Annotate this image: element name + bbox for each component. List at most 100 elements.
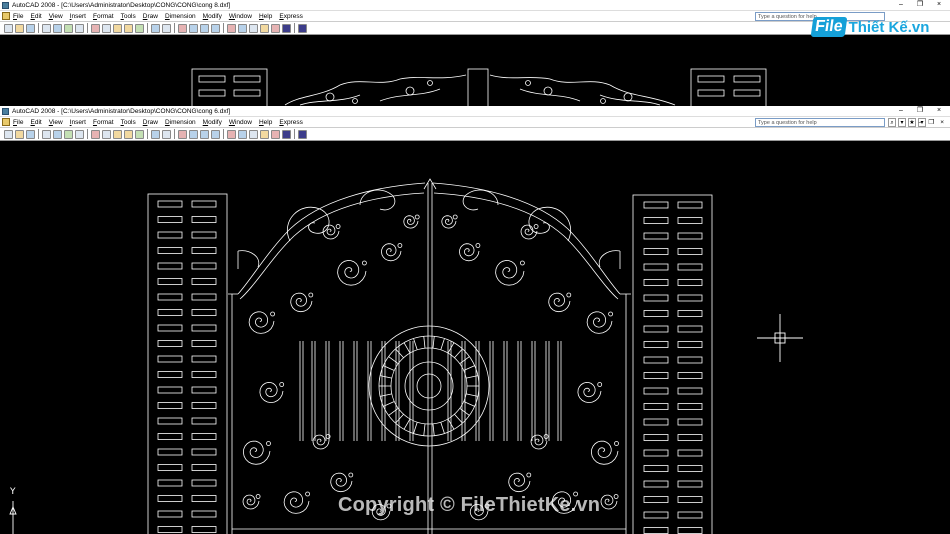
- undo-icon[interactable]: [151, 23, 160, 33]
- zoom-window-icon[interactable]: [200, 129, 209, 139]
- new-icon[interactable]: [4, 23, 13, 33]
- menu-file[interactable]: File: [13, 13, 24, 20]
- save-icon[interactable]: [26, 129, 35, 139]
- cut-icon[interactable]: [91, 23, 100, 33]
- publish-icon[interactable]: [64, 23, 73, 33]
- menu-dimension[interactable]: Dimension: [165, 119, 196, 126]
- cut-icon[interactable]: [91, 129, 100, 139]
- markup-icon[interactable]: [271, 129, 280, 139]
- redo-icon[interactable]: [162, 129, 171, 139]
- properties-icon[interactable]: [227, 129, 236, 139]
- autocad-window-back[interactable]: AutoCAD 2008 - [C:\Users\Administrator\D…: [0, 0, 950, 106]
- match-properties-icon[interactable]: [124, 129, 133, 139]
- sheet-set-icon[interactable]: [260, 23, 269, 33]
- plot-icon[interactable]: [75, 23, 84, 33]
- print-icon[interactable]: [42, 129, 51, 139]
- menu-help[interactable]: Help: [259, 13, 272, 20]
- publish-icon[interactable]: [64, 129, 73, 139]
- menu-view[interactable]: View: [49, 13, 63, 20]
- save-icon[interactable]: [26, 23, 35, 33]
- pillar-slot: [677, 372, 703, 379]
- title-bar[interactable]: AutoCAD 2008 - [C:\Users\Administrator\D…: [0, 0, 950, 10]
- help-icon[interactable]: [298, 23, 307, 33]
- preview-icon[interactable]: [53, 23, 62, 33]
- menu-view[interactable]: View: [49, 119, 63, 126]
- title-bar[interactable]: AutoCAD 2008 - [C:\Users\Administrator\D…: [0, 106, 950, 116]
- menu-insert[interactable]: Insert: [70, 13, 86, 20]
- plot-icon[interactable]: [75, 129, 84, 139]
- menu-edit[interactable]: Edit: [31, 13, 42, 20]
- redo-icon[interactable]: [162, 23, 171, 33]
- zoom-previous-icon[interactable]: [211, 23, 220, 33]
- menu-help[interactable]: Help: [259, 119, 272, 126]
- close-button[interactable]: ×: [934, 106, 944, 116]
- new-icon[interactable]: [4, 129, 13, 139]
- drawing-canvas-back[interactable]: [0, 35, 950, 106]
- menu-edit[interactable]: Edit: [31, 119, 42, 126]
- block-editor-icon[interactable]: [135, 129, 144, 139]
- paste-icon[interactable]: [113, 23, 122, 33]
- zoom-window-icon[interactable]: [200, 23, 209, 33]
- design-center-icon[interactable]: [238, 23, 247, 33]
- minimize-button[interactable]: –: [896, 0, 906, 10]
- open-icon[interactable]: [15, 129, 24, 139]
- match-properties-icon[interactable]: [124, 23, 133, 33]
- menu-draw[interactable]: Draw: [143, 119, 158, 126]
- markup-icon[interactable]: [271, 23, 280, 33]
- doc-restore-button[interactable]: ❐: [928, 117, 934, 128]
- menu-window[interactable]: Window: [229, 13, 252, 20]
- zoom-previous-icon[interactable]: [211, 129, 220, 139]
- zoom-realtime-icon[interactable]: [189, 23, 198, 33]
- autocad-window-front[interactable]: AutoCAD 2008 - [C:\Users\Administrator\D…: [0, 106, 950, 534]
- menu-window[interactable]: Window: [229, 119, 252, 126]
- design-center-icon[interactable]: [238, 129, 247, 139]
- tool-palettes-icon[interactable]: [249, 129, 258, 139]
- menu-format[interactable]: Format: [93, 13, 114, 20]
- toolbar-separator: [147, 129, 148, 139]
- menu-tools[interactable]: Tools: [121, 13, 136, 20]
- menu-tools[interactable]: Tools: [121, 119, 136, 126]
- star-icon[interactable]: ★: [908, 118, 916, 127]
- ornament-dot: [305, 491, 311, 497]
- close-button[interactable]: ×: [934, 0, 944, 10]
- doc-minimize-button[interactable]: –: [919, 117, 923, 128]
- menu-dimension[interactable]: Dimension: [165, 13, 196, 20]
- sheet-set-icon[interactable]: [260, 129, 269, 139]
- open-icon[interactable]: [15, 23, 24, 33]
- copy-icon[interactable]: [102, 129, 111, 139]
- tool-palettes-icon[interactable]: [249, 23, 258, 33]
- copy-icon[interactable]: [102, 23, 111, 33]
- paste-icon[interactable]: [113, 129, 122, 139]
- restore-button[interactable]: ❐: [915, 106, 925, 116]
- document-icon[interactable]: [2, 118, 10, 126]
- menu-express[interactable]: Express: [279, 119, 303, 126]
- zoom-realtime-icon[interactable]: [189, 129, 198, 139]
- document-icon[interactable]: [2, 12, 10, 20]
- menu-express[interactable]: Express: [279, 13, 303, 20]
- help-search-input[interactable]: Type a question for help: [755, 118, 885, 127]
- undo-icon[interactable]: [151, 129, 160, 139]
- menu-modify[interactable]: Modify: [203, 119, 222, 126]
- pan-icon[interactable]: [178, 23, 187, 33]
- doc-close-button[interactable]: ×: [940, 117, 944, 128]
- menu-insert[interactable]: Insert: [70, 119, 86, 126]
- help-icon[interactable]: [298, 129, 307, 139]
- properties-icon[interactable]: [227, 23, 236, 33]
- menu-file[interactable]: File: [13, 119, 24, 126]
- drawing-canvas[interactable]: Y: [0, 141, 950, 534]
- menu-format[interactable]: Format: [93, 119, 114, 126]
- print-icon[interactable]: [42, 23, 51, 33]
- calculator-icon[interactable]: [282, 129, 291, 139]
- preview-icon[interactable]: [53, 129, 62, 139]
- menu-modify[interactable]: Modify: [203, 13, 222, 20]
- search-icon[interactable]: ⌕: [888, 118, 896, 127]
- minimize-button[interactable]: –: [896, 106, 906, 116]
- calculator-icon[interactable]: [282, 23, 291, 33]
- block-editor-icon[interactable]: [135, 23, 144, 33]
- ornament-dot: [397, 243, 403, 248]
- pillar-slot: [191, 278, 217, 285]
- pan-icon[interactable]: [178, 129, 187, 139]
- menu-draw[interactable]: Draw: [143, 13, 158, 20]
- restore-button[interactable]: ❐: [915, 0, 925, 10]
- chevron-down-icon[interactable]: ▾: [898, 118, 906, 127]
